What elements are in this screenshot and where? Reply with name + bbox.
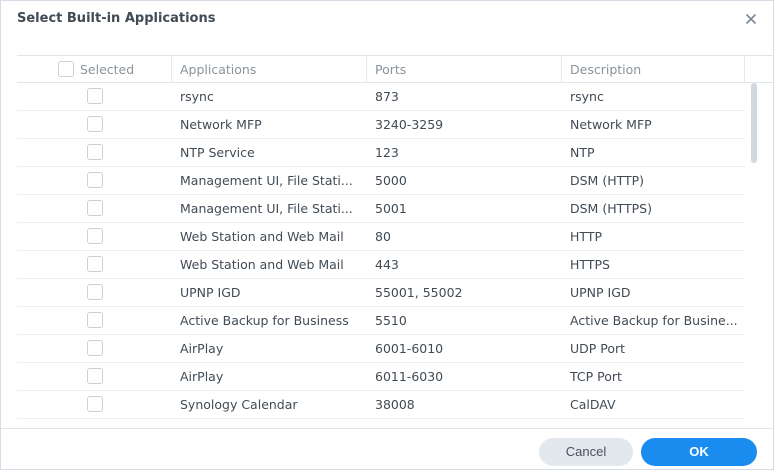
description-cell: HTTPS [570,257,610,272]
dialog-title-bar: Select Built-in Applications [1,1,773,37]
row-checkbox[interactable] [87,368,103,384]
description-cell: rsync [570,89,604,104]
table-row[interactable]: Management UI, File Stati... 5001 DSM (HTT… [17,195,745,223]
table-row[interactable]: Synology Calendar 38008 CalDAV [17,391,745,419]
ports-cell: 873 [375,89,399,104]
ports-cell: 5001 [375,201,407,216]
table-row[interactable]: AirPlay 6001-6010 UDP Port [17,335,745,363]
ports-cell: 6001-6010 [375,341,444,356]
table-row[interactable]: NTP Service 123 NTP [17,139,745,167]
description-cell: Active Backup for Busine... [570,313,738,328]
application-cell: AirPlay [180,369,224,384]
vertical-scrollbar[interactable] [751,83,757,163]
table-row[interactable]: UPNP IGD 55001, 55002 UPNP IGD [17,279,745,307]
description-cell: UPNP IGD [570,285,631,300]
table-row[interactable]: Web Station and Web Mail 80 HTTP [17,223,745,251]
row-checkbox[interactable] [87,144,103,160]
table-row[interactable]: rsync 873 rsync [17,83,745,111]
description-cell: NTP [570,145,595,160]
ok-button[interactable]: OK [641,438,757,466]
application-cell: UPNP IGD [180,285,241,300]
description-cell: HTTP [570,229,602,244]
table-row[interactable]: Active Backup for Business 5510 Active Bac… [17,307,745,335]
row-checkbox[interactable] [87,340,103,356]
ports-cell: 443 [375,257,399,272]
applications-table: Selected Applications Ports Description … [17,55,774,429]
application-cell: Management UI, File Stati... [180,201,353,216]
description-cell: CalDAV [570,397,616,412]
ports-cell: 5510 [375,313,407,328]
header-description[interactable]: Description [562,56,745,83]
description-cell: DSM (HTTP) [570,173,645,188]
table-row[interactable]: AirPlay 6011-6030 TCP Port [17,363,745,391]
row-checkbox[interactable] [87,116,103,132]
row-checkbox[interactable] [87,312,103,328]
description-cell: Network MFP [570,117,652,132]
application-cell: rsync [180,89,214,104]
application-cell: Management UI, File Stati... [180,173,353,188]
description-cell: DSM (HTTPS) [570,201,652,216]
ports-cell: 5000 [375,173,407,188]
ports-cell: 123 [375,145,399,160]
row-checkbox[interactable] [87,200,103,216]
dialog-title: Select Built-in Applications [17,11,216,26]
description-cell: TCP Port [570,369,622,384]
row-checkbox[interactable] [87,396,103,412]
application-cell: NTP Service [180,145,255,160]
row-checkbox[interactable] [87,172,103,188]
ports-cell: 55001, 55002 [375,285,463,300]
header-applications[interactable]: Applications [172,56,367,83]
row-checkbox[interactable] [87,228,103,244]
select-applications-dialog: Select Built-in Applications Selected Ap… [0,0,774,470]
table-row[interactable]: Management UI, File Stati... 5000 DSM (HTT… [17,167,745,195]
application-cell: Web Station and Web Mail [180,257,344,272]
header-selected-label: Selected [80,62,135,77]
ports-cell: 80 [375,229,391,244]
application-cell: Web Station and Web Mail [180,229,344,244]
table-row[interactable]: Web Station and Web Mail 443 HTTPS [17,251,745,279]
close-icon [746,14,756,24]
select-all-checkbox[interactable] [58,61,74,77]
description-cell: UDP Port [570,341,626,356]
cancel-button[interactable]: Cancel [539,438,633,466]
header-selected: Selected [17,56,172,83]
row-checkbox[interactable] [87,88,103,104]
row-checkbox[interactable] [87,284,103,300]
application-cell: Active Backup for Business [180,313,349,328]
ports-cell: 3240-3259 [375,117,444,132]
ports-cell: 6011-6030 [375,369,444,384]
close-button[interactable] [741,9,761,29]
row-checkbox[interactable] [87,256,103,272]
table-body: rsync 873 rsync Network MFP 3240-3259 Network… [17,83,774,429]
table-row[interactable]: Network MFP 3240-3259 Network MFP [17,111,745,139]
application-cell: AirPlay [180,341,224,356]
dialog-footer: Cancel OK [1,428,773,470]
ports-cell: 38008 [375,397,415,412]
table-header: Selected Applications Ports Description [17,55,774,83]
application-cell: Network MFP [180,117,262,132]
header-ports[interactable]: Ports [367,56,562,83]
application-cell: Synology Calendar [180,397,298,412]
